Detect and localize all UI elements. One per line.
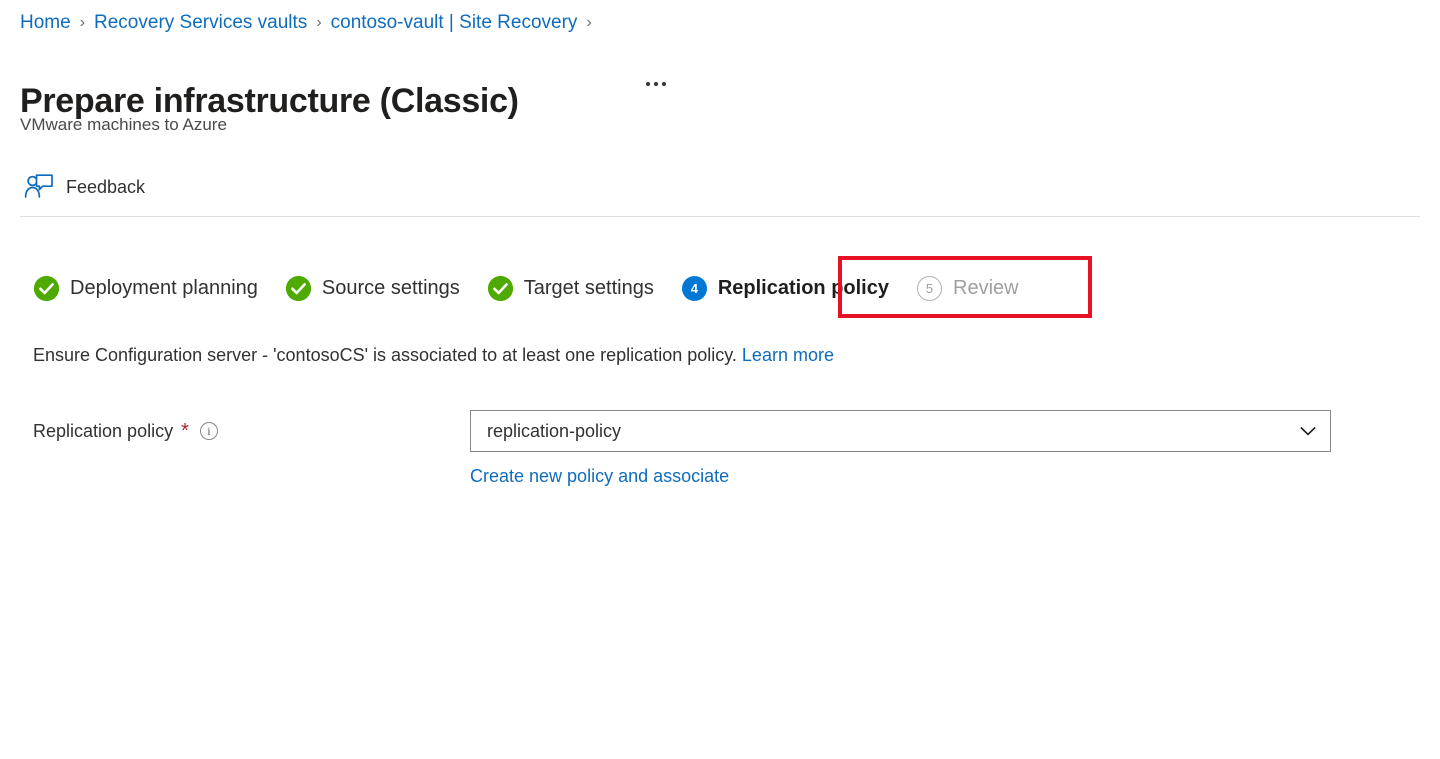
replication-policy-select[interactable]: replication-policy	[470, 410, 1331, 452]
breadcrumb-separator-icon: ›	[316, 14, 322, 31]
step-number-badge: 4	[681, 275, 707, 301]
tab-label: Review	[953, 277, 1019, 299]
tab-label: Replication policy	[717, 277, 889, 299]
chevron-down-icon	[1298, 421, 1318, 441]
breadcrumb-item-home[interactable]: Home	[20, 10, 71, 36]
tab-replication-policy[interactable]: 4 Replication policy	[668, 262, 903, 314]
notice-text: Ensure Configuration server - 'contosoCS…	[33, 345, 737, 365]
breadcrumb-separator-icon: ›	[79, 14, 86, 31]
replication-policy-form-row: Replication policy * i replication-polic…	[33, 410, 1343, 488]
tab-review: 5 Review	[903, 262, 1033, 314]
create-new-policy-link[interactable]: Create new policy and associate	[470, 464, 729, 488]
wizard-tabs: Deployment planning Source settings Targ…	[20, 262, 1033, 314]
person-feedback-icon	[24, 173, 54, 201]
feedback-button-label: Feedback	[66, 177, 146, 197]
replication-policy-label: Replication policy	[33, 421, 174, 441]
breadcrumb: Home › Recovery Services vaults › contos…	[20, 10, 601, 36]
feedback-button[interactable]: Feedback	[20, 169, 153, 205]
tab-deployment-planning[interactable]: Deployment planning	[20, 262, 272, 314]
tab-label: Deployment planning	[70, 277, 258, 299]
tab-target-settings[interactable]: Target settings	[474, 262, 668, 314]
page-subtitle: VMware machines to Azure	[20, 115, 227, 134]
command-bar: Feedback	[20, 166, 153, 208]
tab-label: Source settings	[321, 277, 460, 299]
breadcrumb-item-recovery-services-vaults[interactable]: Recovery Services vaults	[94, 10, 307, 36]
configuration-server-notice: Ensure Configuration server - 'contosoCS…	[33, 342, 834, 368]
replication-policy-control: replication-policy Create new policy and…	[470, 410, 1343, 488]
tab-source-settings[interactable]: Source settings	[272, 262, 474, 314]
tab-label: Target settings	[523, 277, 654, 299]
step-complete-icon	[285, 275, 311, 301]
step-complete-icon	[34, 275, 59, 301]
replication-policy-label-group: Replication policy * i	[33, 410, 470, 452]
learn-more-link[interactable]: Learn more	[742, 345, 834, 365]
more-options-button[interactable]	[641, 71, 671, 97]
info-circle-icon[interactable]: i	[199, 422, 218, 440]
breadcrumb-separator-icon: ›	[586, 14, 592, 31]
step-complete-icon	[487, 275, 513, 301]
required-asterisk: *	[181, 420, 189, 442]
step-number-badge: 5	[917, 275, 942, 301]
ellipsis-icon	[645, 81, 667, 87]
replication-policy-selected-value: replication-policy	[487, 421, 622, 441]
breadcrumb-item-contoso-vault[interactable]: contoso-vault | Site Recovery	[331, 10, 578, 36]
command-bar-divider	[20, 216, 1420, 217]
